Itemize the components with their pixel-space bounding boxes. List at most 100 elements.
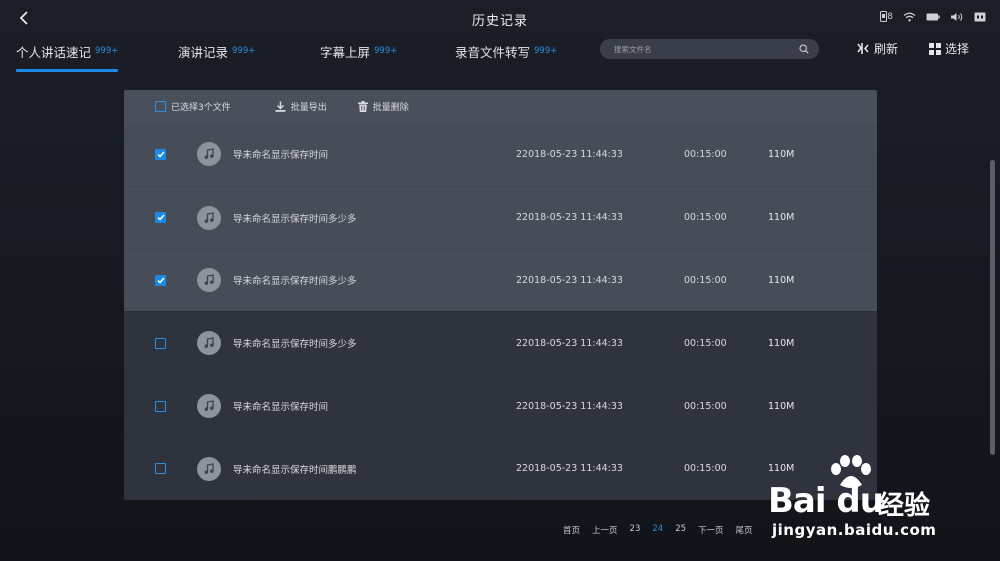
batch-export-button[interactable]: 批量导出 <box>275 100 327 113</box>
file-date: 22018-05-23 11:44:33 <box>516 337 623 349</box>
battery-icon <box>926 13 940 21</box>
page-title: 历史记录 <box>471 14 528 29</box>
row-checkbox[interactable] <box>155 400 166 412</box>
sim-icon: 8 <box>880 11 893 22</box>
selected-count-label: 已选择3个文件 <box>171 103 231 113</box>
file-name: 导未命名显示保存时间多少多 <box>233 276 357 288</box>
row-checkbox[interactable] <box>155 274 166 286</box>
tab-speech-record[interactable]: 演讲记录 999+ <box>178 42 255 68</box>
last-page-button[interactable]: 尾页 <box>736 524 753 536</box>
batch-delete-button[interactable]: 批量删除 <box>357 100 409 113</box>
file-date: 22018-05-23 11:44:33 <box>516 148 623 160</box>
check-icon <box>156 214 165 221</box>
file-date: 22018-05-23 11:44:33 <box>516 400 623 412</box>
tab-count: 999+ <box>95 46 119 56</box>
file-name: 导未命名显示保存时间多少多 <box>233 339 357 351</box>
download-icon <box>275 101 286 112</box>
file-name: 导未命名显示保存时间鹏鹏鹏 <box>233 464 357 476</box>
search-input[interactable] <box>614 44 799 54</box>
tab-personal-speech[interactable]: 个人讲话速记 999+ <box>16 42 119 72</box>
batch-toolbar: 已选择3个文件 批量导出 批量删除 <box>124 90 877 123</box>
search-bar <box>600 39 819 59</box>
row-checkbox[interactable] <box>155 212 166 224</box>
tab-label: 演讲记录 <box>178 45 229 60</box>
file-date: 22018-05-23 11:44:33 <box>516 212 623 224</box>
music-file-icon <box>197 456 221 481</box>
row-checkbox[interactable] <box>155 337 166 349</box>
tab-label: 字幕上屏 <box>320 45 371 60</box>
music-file-icon <box>197 205 221 230</box>
watermark-logo-text: Bai du <box>768 481 884 521</box>
file-name: 导未命名显示保存时间 <box>233 150 329 162</box>
refresh-label: 刷新 <box>874 42 899 56</box>
music-file-icon <box>197 394 221 419</box>
wifi-icon <box>903 12 916 22</box>
file-duration: 00:15:00 <box>684 463 727 475</box>
volume-icon <box>950 12 964 22</box>
file-duration: 00:15:00 <box>684 148 727 160</box>
delete-label: 批量删除 <box>372 103 409 113</box>
trash-icon <box>357 101 368 112</box>
file-duration: 00:15:00 <box>684 400 727 412</box>
file-name: 导未命名显示保存时间多少多 <box>233 213 357 225</box>
music-file-icon <box>197 268 221 293</box>
active-tab-indicator <box>16 69 119 72</box>
status-bar: 8 <box>880 11 986 22</box>
refresh-button[interactable]: 刷新 <box>856 40 898 57</box>
file-duration: 00:15:00 <box>684 212 727 224</box>
baidu-watermark: Bai du 经验 jingyan.baidu.com <box>768 455 983 545</box>
pagination: 首页 上一页 23 24 25 下一页 尾页 <box>563 524 753 536</box>
tab-subtitle-screen[interactable]: 字幕上屏 999+ <box>320 42 397 68</box>
page-number[interactable]: 23 <box>630 524 641 536</box>
select-all-toggle[interactable]: 已选择3个文件 <box>155 100 231 113</box>
tab-label: 录音文件转写 <box>455 45 531 60</box>
select-button[interactable]: 选择 <box>929 40 969 57</box>
tab-count: 999+ <box>534 46 558 56</box>
tab-label: 个人讲话速记 <box>16 45 92 60</box>
file-row[interactable]: 导未命名显示保存时间 22018-05-23 11:44:33 00:15:00 11… <box>124 123 877 186</box>
file-date: 22018-05-23 11:44:33 <box>516 463 623 475</box>
file-size: 110M <box>768 337 795 349</box>
menu-icon[interactable] <box>974 12 986 22</box>
file-row[interactable]: 导未命名显示保存时间多少多 22018-05-23 11:44:33 00:15:0… <box>124 185 877 249</box>
music-file-icon <box>197 331 221 356</box>
file-duration: 00:15:00 <box>684 274 727 286</box>
music-file-icon <box>197 142 221 167</box>
file-row[interactable]: 导未命名显示保存时间 22018-05-23 11:44:33 00:15:00 11… <box>124 374 877 437</box>
next-page-button[interactable]: 下一页 <box>698 524 724 536</box>
watermark-brand: 经验 <box>878 491 931 521</box>
file-row[interactable]: 导未命名显示保存时间多少多 22018-05-23 11:44:33 00:15:0… <box>124 248 877 312</box>
tab-count: 999+ <box>232 46 256 56</box>
file-list-panel: 已选择3个文件 批量导出 批量删除 导未命名显示保存时间 22018-05-23 … <box>124 90 877 500</box>
file-size: 110M <box>768 400 795 412</box>
file-row[interactable]: 导未命名显示保存时间多少多 22018-05-23 11:44:33 00:15:0… <box>124 311 877 375</box>
tab-audio-transcribe[interactable]: 录音文件转写 999+ <box>455 42 557 68</box>
first-page-button[interactable]: 首页 <box>563 524 580 536</box>
search-icon[interactable] <box>799 44 809 54</box>
refresh-icon <box>857 43 869 54</box>
select-label: 选择 <box>945 42 970 56</box>
file-duration: 00:15:00 <box>684 337 727 349</box>
top-bar: 历史记录 8 <box>0 0 1000 36</box>
file-size: 110M <box>768 212 795 224</box>
page-number[interactable]: 25 <box>675 524 686 536</box>
file-date: 22018-05-23 11:44:33 <box>516 274 623 286</box>
file-size: 110M <box>768 274 795 286</box>
select-all-checkbox[interactable] <box>155 101 166 112</box>
page-number-current[interactable]: 24 <box>652 524 663 536</box>
check-icon <box>156 277 165 284</box>
tab-count: 999+ <box>374 46 398 56</box>
prev-page-button[interactable]: 上一页 <box>592 524 618 536</box>
check-icon <box>156 151 165 158</box>
grid-icon <box>929 42 941 55</box>
file-row[interactable]: 导未命名显示保存时间鹏鹏鹏 22018-05-23 11:44:33 00:15:0… <box>124 436 877 500</box>
export-label: 批量导出 <box>290 103 327 113</box>
sim-count: 8 <box>887 11 893 22</box>
watermark-url: jingyan.baidu.com <box>772 521 937 539</box>
scrollbar[interactable] <box>990 160 995 455</box>
row-checkbox[interactable] <box>155 463 166 475</box>
row-checkbox[interactable] <box>155 148 166 160</box>
file-size: 110M <box>768 148 795 160</box>
file-name: 导未命名显示保存时间 <box>233 402 329 414</box>
tab-bar: 个人讲话速记 999+ 演讲记录 999+ 字幕上屏 999+ 录音文件转写 9… <box>0 36 600 72</box>
